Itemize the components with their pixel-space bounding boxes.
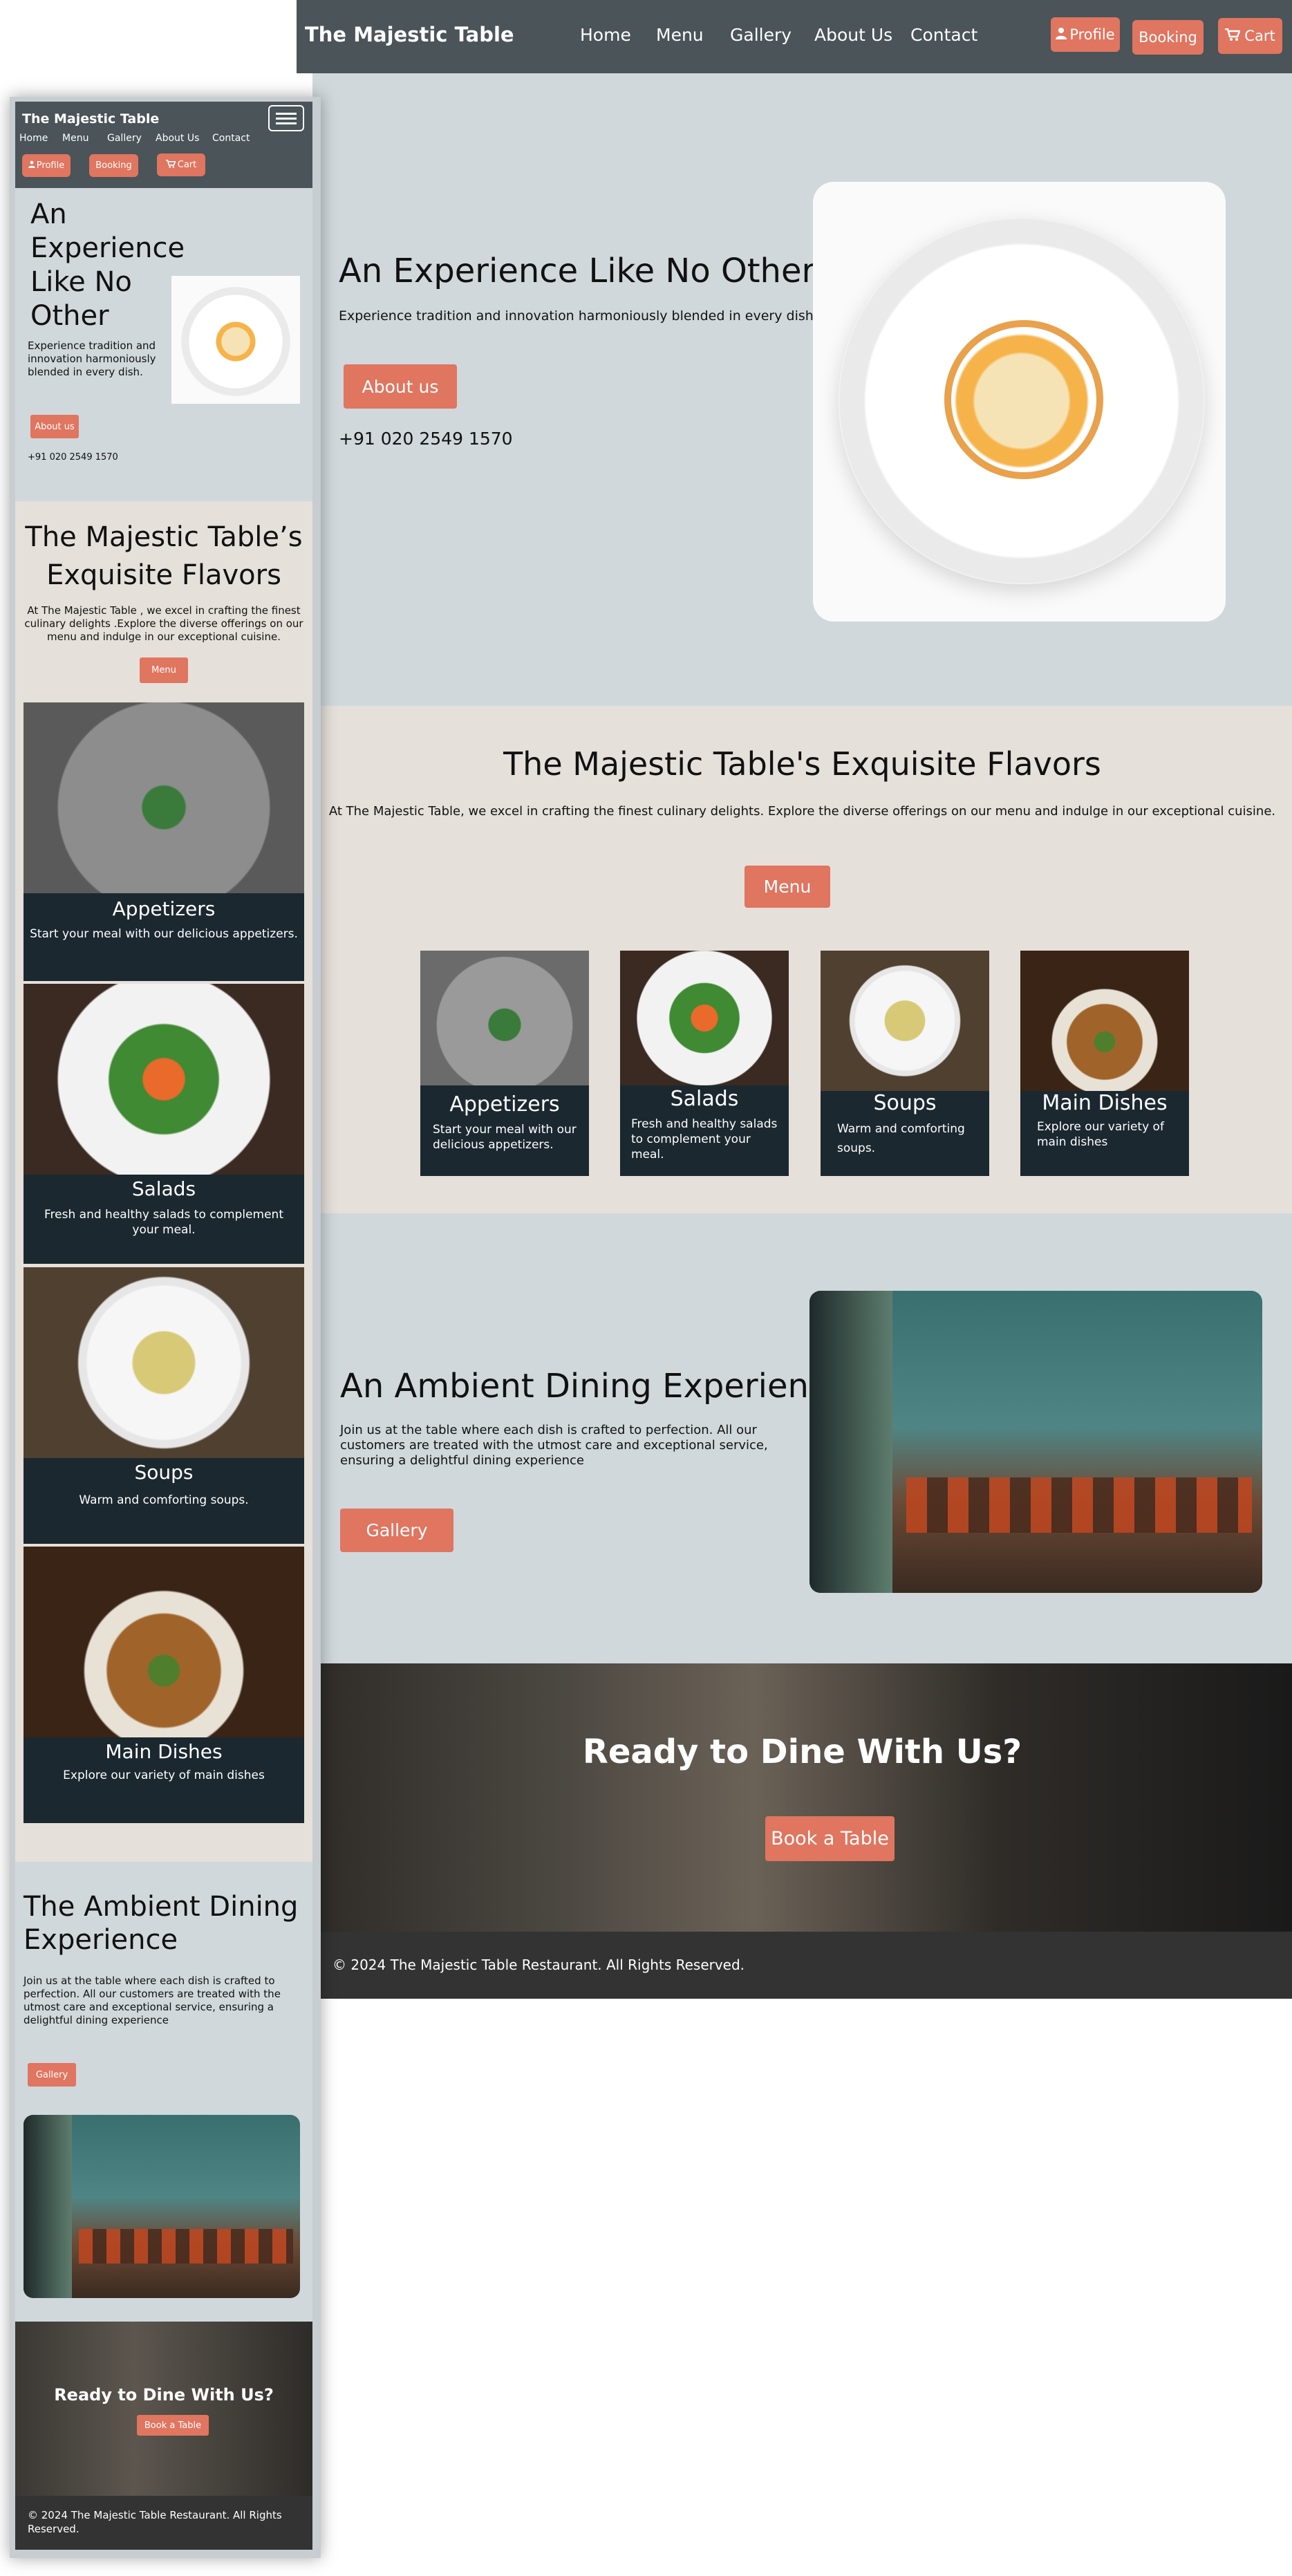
desktop-navbar: The Majestic Table Home Menu Gallery Abo… — [297, 0, 1292, 73]
mobile-gallery-button[interactable]: Gallery — [28, 2063, 76, 2087]
card-text: Warm and comforting soups. — [79, 1493, 249, 1507]
ambient-title: An Ambient Dining Experience — [340, 1367, 848, 1406]
menu-card-salads[interactable]: Salads Fresh and healthy salads to compl… — [620, 951, 789, 1176]
desktop-footer: © 2024 The Majestic Table Restaurant. Al… — [312, 1932, 1292, 1999]
soups-image — [821, 951, 989, 1091]
card-text: Explore our variety of main dishes — [1037, 1120, 1164, 1149]
mobile-footer: © 2024 The Majestic Table Restaurant. Al… — [15, 2496, 312, 2550]
card-text: Fresh and healthy salads to complement y… — [44, 1208, 283, 1237]
user-icon — [1056, 26, 1067, 43]
mobile-ready-title: Ready to Dine With Us? — [54, 2385, 274, 2405]
card-title: Appetizers — [449, 1092, 560, 1117]
mobile-nav-gallery[interactable]: Gallery — [107, 133, 142, 144]
footer-text: © 2024 The Majestic Table Restaurant. Al… — [333, 1957, 745, 1973]
mobile-profile-button[interactable]: Profile — [22, 154, 71, 177]
card-title: Salads — [670, 1087, 739, 1111]
brand-logo[interactable]: The Majestic Table — [305, 23, 514, 46]
about-us-button[interactable]: About us — [344, 364, 457, 409]
mobile-ambient-section: The Ambient Dining Experience Join us at… — [15, 1862, 312, 2322]
mobile-about-us-button[interactable]: About us — [30, 415, 79, 438]
flavors-title: The Majestic Table's Exquisite Flavors — [503, 745, 1101, 783]
book-table-button[interactable]: Book a Table — [765, 1816, 895, 1861]
mobile-ambient-title: The Ambient Dining Experience — [24, 1891, 299, 1956]
menu-card-soups[interactable]: Soups Warm and comforting soups. — [821, 951, 989, 1176]
main-dishes-image — [24, 1547, 304, 1737]
hero-phone: +91 020 2549 1570 — [339, 429, 513, 449]
nav-link-gallery[interactable]: Gallery — [730, 25, 792, 45]
mobile-flavors-title: The Majestic Table’s Exquisite Flavors — [25, 521, 303, 591]
card-text: Fresh and healthy salads to complement y… — [631, 1117, 778, 1161]
card-text: Start your meal with our delicious appet… — [433, 1123, 577, 1152]
menu-card-main-dishes[interactable]: Main Dishes Explore our variety of main … — [1020, 951, 1189, 1176]
profile-button[interactable]: Profile — [1051, 17, 1120, 52]
mobile-card-appetizers[interactable]: Appetizers Start your meal with our deli… — [24, 702, 304, 981]
mobile-brand-logo[interactable]: The Majestic Table — [22, 111, 159, 127]
mobile-restaurant-interior-image — [24, 2115, 300, 2298]
card-title: Soups — [134, 1461, 194, 1484]
mobile-footer-text: © 2024 The Majestic Table Restaurant. Al… — [28, 2509, 282, 2535]
hero-dish-image — [813, 182, 1226, 622]
mobile-hero-subtitle: Experience tradition and innovation harm… — [28, 339, 156, 378]
card-title: Salads — [131, 1177, 196, 1200]
mobile-navbar: The Majestic Table Home Menu Gallery Abo… — [15, 102, 312, 188]
desktop-flavors-section: The Majestic Table's Exquisite Flavors A… — [312, 706, 1292, 1213]
mobile-nav-menu[interactable]: Menu — [62, 133, 88, 144]
menu-card-appetizers[interactable]: Appetizers Start your meal with our deli… — [420, 951, 589, 1176]
card-title: Main Dishes — [1042, 1091, 1168, 1115]
mobile-card-main-dishes[interactable]: Main Dishes Explore our variety of main … — [24, 1547, 304, 1823]
desktop-hero-section: An Experience Like No Other Experience t… — [312, 73, 1292, 706]
card-title: Main Dishes — [105, 1740, 223, 1763]
gallery-button[interactable]: Gallery — [340, 1509, 453, 1552]
hero-title: An Experience Like No Other — [339, 252, 816, 290]
mobile-hero-section: An Experience Like No Other Experience t… — [15, 188, 312, 501]
mobile-menu-button[interactable]: Menu — [140, 657, 188, 683]
mobile-flavors-description: At The Majestic Table , we excel in craf… — [24, 604, 303, 643]
booking-button[interactable]: Booking — [1132, 20, 1204, 55]
card-text: Warm and comforting soups. — [837, 1122, 965, 1155]
ambient-description: Join us at the table where each dish is … — [340, 1423, 768, 1468]
mobile-flavors-section: The Majestic Table’s Exquisite Flavors A… — [15, 501, 312, 1862]
restaurant-interior-image — [809, 1291, 1262, 1593]
mobile-hero-phone: +91 020 2549 1570 — [28, 452, 118, 463]
mobile-cart-button[interactable]: Cart — [157, 153, 205, 176]
hero-subtitle: Experience tradition and innovation harm… — [339, 308, 818, 324]
menu-button[interactable]: Menu — [745, 866, 830, 908]
mobile-hero-dish-image — [171, 276, 300, 404]
salads-image — [24, 984, 304, 1175]
desktop-ambient-section: An Ambient Dining Experience Join us at … — [312, 1213, 1292, 1663]
cart-icon — [165, 159, 176, 171]
mobile-book-table-button[interactable]: Book a Table — [137, 2415, 209, 2436]
card-title: Soups — [873, 1091, 937, 1115]
mobile-booking-button[interactable]: Booking — [89, 154, 138, 177]
user-icon — [28, 160, 35, 171]
nav-link-about[interactable]: About Us — [814, 25, 892, 45]
mobile-ready-section: Ready to Dine With Us? Book a Table — [15, 2322, 312, 2496]
card-text: Explore our variety of main dishes — [63, 1768, 265, 1782]
card-text: Start your meal with our delicious appet… — [30, 927, 298, 941]
ready-title: Ready to Dine With Us? — [582, 1733, 1022, 1771]
card-title: Appetizers — [112, 897, 216, 920]
nav-link-home[interactable]: Home — [580, 25, 631, 45]
appetizers-image — [24, 702, 304, 893]
desktop-ready-section: Ready to Dine With Us? Book a Table — [312, 1663, 1292, 1932]
mobile-nav-home[interactable]: Home — [19, 133, 48, 144]
cart-button[interactable]: Cart — [1218, 18, 1282, 54]
hamburger-icon[interactable] — [268, 105, 304, 131]
salads-image — [620, 951, 789, 1085]
mobile-card-salads[interactable]: Salads Fresh and healthy salads to compl… — [24, 984, 304, 1264]
mobile-ambient-description: Join us at the table where each dish is … — [24, 1975, 281, 2026]
main-dishes-image — [1020, 951, 1189, 1091]
soups-image — [24, 1267, 304, 1458]
flavors-description: At The Majestic Table, we excel in craft… — [328, 804, 1276, 819]
mobile-card-soups[interactable]: Soups Warm and comforting soups. — [24, 1267, 304, 1544]
nav-link-contact[interactable]: Contact — [910, 25, 977, 45]
mobile-hero-title: An Experience Like No Other — [30, 198, 185, 332]
appetizers-image — [420, 951, 589, 1085]
mobile-nav-about[interactable]: About Us — [156, 133, 199, 144]
cart-icon — [1225, 28, 1242, 44]
nav-link-menu[interactable]: Menu — [656, 25, 704, 45]
mobile-nav-contact[interactable]: Contact — [212, 133, 250, 144]
